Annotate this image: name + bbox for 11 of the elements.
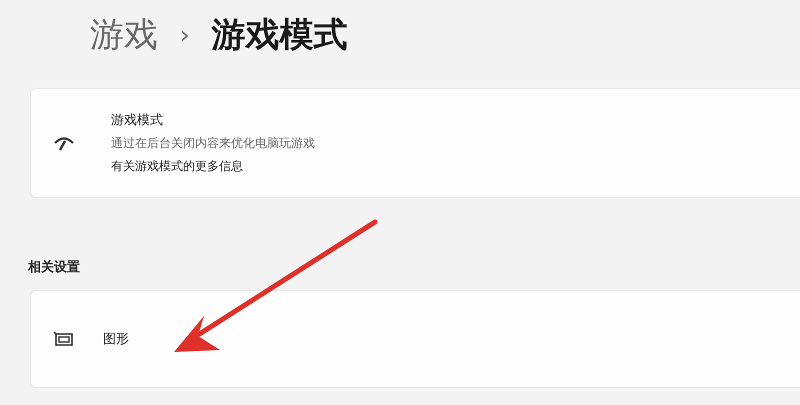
- more-info-link[interactable]: 有关游戏模式的更多信息: [111, 158, 315, 175]
- setting-label: 图形: [103, 331, 129, 348]
- graphics-setting-row[interactable]: 图形: [30, 290, 800, 388]
- setting-title: 游戏模式: [111, 112, 164, 129]
- breadcrumb-parent[interactable]: 游戏: [90, 18, 158, 52]
- gauge-icon: [53, 135, 75, 151]
- setting-description: 通过在后台关闭内容来优化电脑玩游戏: [111, 135, 315, 152]
- breadcrumb-separator: ›: [180, 23, 190, 47]
- graphics-card-icon: [53, 331, 73, 347]
- page-title: 游戏模式: [212, 18, 348, 52]
- section-heading: 相关设置: [28, 258, 81, 276]
